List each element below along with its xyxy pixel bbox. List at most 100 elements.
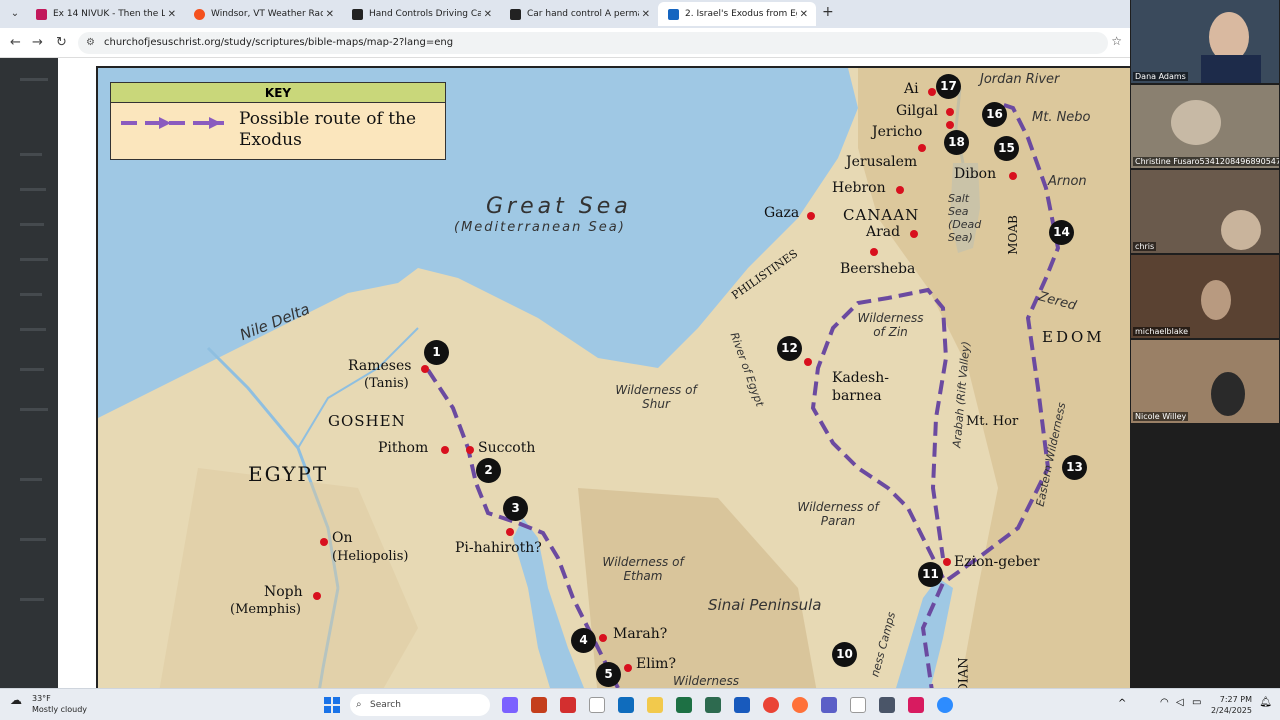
tab-favicon-icon [36,8,47,20]
page-sidebar [0,58,58,688]
tab-3[interactable]: Hand Controls Driving Car.Fee✕ [342,2,500,26]
label-egypt: EGYPT [248,462,329,486]
sidebar-line [20,408,48,411]
key-text-line-1: Possible route of the [239,109,417,129]
firefox-icon[interactable] [792,697,808,713]
weather-widget[interactable]: ☁ 33°F Mostly cloudy [10,693,87,715]
app-icon[interactable] [705,697,721,713]
place-dot [441,446,449,454]
place-dot [943,558,951,566]
tab-2[interactable]: Windsor, VT Weather Radar | A✕ [184,2,342,26]
place-dot [946,108,954,116]
place-gilgal: Gilgal [896,103,938,119]
sidebar-line [20,223,44,226]
stop-marker: 17 [936,74,961,99]
reload-icon[interactable]: ↻ [56,35,67,50]
taskbar-search[interactable]: ⌕ Search [350,694,490,716]
tab-bar: ⌄ Ex 14 NIVUK - Then the LORD s✕ Windsor… [0,0,1130,28]
label-goshen: GOSHEN [328,412,406,430]
cloud-icon: ☁ [10,693,22,707]
zoom-icon[interactable] [937,697,953,713]
calculator-icon[interactable] [879,697,895,713]
stop-marker: 11 [918,562,943,587]
excel-icon[interactable] [676,697,692,713]
place-dot [918,144,926,152]
weather-condition: Mostly cloudy [32,705,87,714]
place-dot [928,88,936,96]
tab-search-chevron-icon[interactable]: ⌄ [6,5,24,23]
participant-name: michaelblake [1133,327,1191,336]
close-icon[interactable]: ✕ [800,9,808,20]
stop-marker: 2 [476,458,501,483]
place-dot [1009,172,1017,180]
participant-tile[interactable]: michaelblake [1131,255,1279,338]
outlook-icon[interactable] [618,697,634,713]
place-dot [506,528,514,536]
close-icon[interactable]: ✕ [642,9,650,20]
place-jerusalem: Jerusalem [846,154,918,170]
tab-1[interactable]: Ex 14 NIVUK - Then the LORD s✕ [26,2,184,26]
exodus-map: KEY Possible route of the Exodus Great Se… [96,66,1130,688]
label-wilderness-paran: Wilderness of Paran [797,500,879,528]
participant-tile[interactable]: Christine Fusaro53412084968905471 [1131,85,1279,168]
place-succoth: Succoth [478,440,536,456]
stop-marker: 10 [832,642,857,667]
address-bar: ← → ↻ ⚙ churchofjesuschrist.org/study/scr… [0,28,1130,58]
label-wilderness-zin: Wilderness of Zin [857,311,924,339]
place-arad: Arad [866,224,901,240]
tab-5-active[interactable]: 2. Israel's Exodus from Egypt a✕ [658,2,816,26]
map-key: KEY Possible route of the Exodus [110,82,446,160]
sidebar-line [20,538,46,541]
stop-marker: 4 [571,628,596,653]
notepad-icon[interactable] [850,697,866,713]
search-icon: ⌕ [356,699,362,710]
place-pithom: Pithom [378,440,429,456]
place-kadesh-1: Kadesh- [832,370,889,386]
teams-icon[interactable] [821,697,837,713]
place-noph: Noph [264,584,303,600]
bookmark-star-icon[interactable]: ☆ [1111,34,1122,48]
copilot-icon[interactable] [502,697,518,713]
sidebar-line [20,188,46,191]
chrome-icon[interactable] [763,697,779,713]
key-heading: KEY [111,83,445,103]
powerpoint-icon[interactable] [531,697,547,713]
place-dot [599,634,607,642]
close-icon[interactable]: ✕ [484,9,492,20]
taskbar: ☁ 33°F Mostly cloudy ⌕ Search ^ ◠ ◁ ▭ 7:27 … [0,688,1280,720]
forward-icon[interactable]: → [32,35,43,50]
app-q-icon[interactable] [908,697,924,713]
tab-favicon-icon [668,8,679,20]
word-icon[interactable] [734,697,750,713]
url-field[interactable]: ⚙ churchofjesuschrist.org/study/scripture… [78,32,1108,54]
start-icon[interactable] [324,697,340,713]
close-icon[interactable]: ✕ [168,9,176,20]
stop-marker: 5 [596,662,621,687]
participant-name: Dana Adams [1133,72,1188,81]
battery-icon[interactable]: ▭ [1192,697,1201,708]
participant-tile[interactable]: Nicole Willey [1131,340,1279,423]
new-tab-icon[interactable]: + [822,4,834,20]
back-icon[interactable]: ← [10,35,21,50]
place-dot [624,664,632,672]
sidebar-line [20,258,48,261]
notification-icon[interactable]: 🔔︎ [1259,697,1272,708]
file-icon[interactable] [589,697,605,713]
stop-marker: 16 [982,102,1007,127]
folder-icon[interactable] [647,697,663,713]
place-gaza: Gaza [764,205,800,221]
participant-tile[interactable]: chris [1131,170,1279,253]
place-ai: Ai [904,81,919,97]
participant-tile[interactable]: Dana Adams [1131,0,1279,83]
route-legend-icon [121,117,224,129]
tray-chevron-icon[interactable]: ^ [1118,698,1126,709]
clock[interactable]: 7:27 PM 2/24/2025 [1211,694,1252,716]
wifi-icon[interactable]: ◠ [1160,697,1169,708]
pdf-icon[interactable] [560,697,576,713]
site-info-icon[interactable]: ⚙ [86,32,95,54]
label-wilderness-partial: Wilderness [673,674,739,688]
volume-icon[interactable]: ◁ [1176,697,1184,708]
label-great-sea: Great Sea [486,194,632,219]
tab-4[interactable]: Car hand control A permanent✕ [500,2,658,26]
close-icon[interactable]: ✕ [326,9,334,20]
